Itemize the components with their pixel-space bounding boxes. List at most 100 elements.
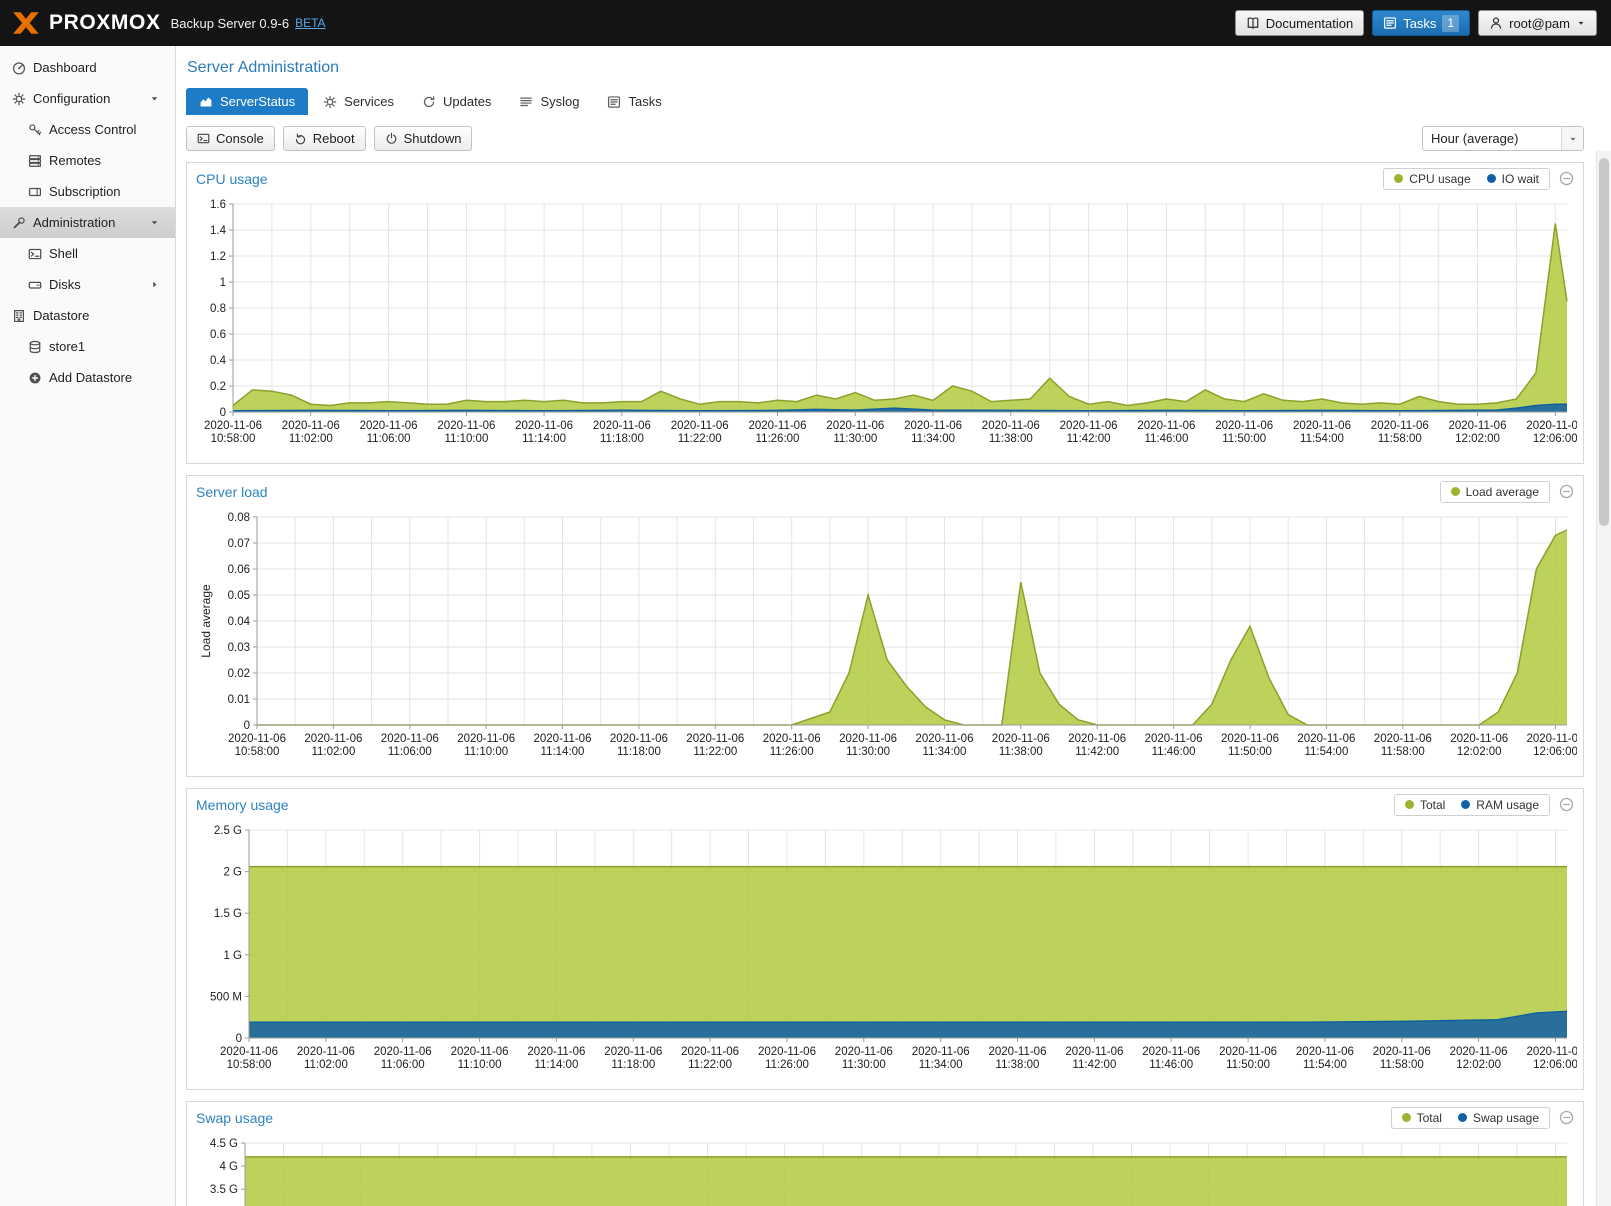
tasks-button[interactable]: Tasks 1 xyxy=(1372,10,1470,36)
legend-item: CPU usage xyxy=(1394,172,1470,186)
tab-label: Syslog xyxy=(540,94,579,109)
svg-text:11:46:00: 11:46:00 xyxy=(1149,1059,1193,1071)
scrollbar-thumb[interactable] xyxy=(1599,158,1609,526)
tab-services[interactable]: Services xyxy=(310,88,407,115)
toolbar: Console Reboot Shutdown Hour (average) xyxy=(186,126,1584,151)
legend-item: IO wait xyxy=(1487,172,1539,186)
sidebar-item-add-datastore[interactable]: Add Datastore xyxy=(0,362,175,393)
svg-text:2020-11-06: 2020-11-06 xyxy=(758,1046,816,1058)
sidebar-item-disks[interactable]: Disks xyxy=(0,269,175,300)
svg-text:11:42:00: 11:42:00 xyxy=(1075,746,1119,758)
app-layout: DashboardConfiguration Access Control Remo… xyxy=(0,46,1611,1206)
sidebar-item-subscription[interactable]: Subscription xyxy=(0,176,175,207)
chart-canvas: 0500 M1 G1.5 G2 G2.5 G3 G3.5 G4 G4.5 G20… xyxy=(193,1135,1577,1206)
svg-text:11:58:00: 11:58:00 xyxy=(1380,1059,1424,1071)
caret-down-icon xyxy=(149,93,160,104)
panel-body: 0500 M1 G1.5 G2 G2.5 G2020-11-0610:58:00… xyxy=(187,820,1583,1089)
svg-text:0.02: 0.02 xyxy=(228,668,250,680)
svg-text:2020-11-06: 2020-11-06 xyxy=(360,420,418,432)
legend-dot xyxy=(1458,1113,1467,1122)
app-header: PROXMOX Backup Server 0.9-6 BETA Documen… xyxy=(0,0,1611,46)
svg-text:11:46:00: 11:46:00 xyxy=(1152,746,1196,758)
svg-text:11:06:00: 11:06:00 xyxy=(367,433,411,445)
svg-text:11:38:00: 11:38:00 xyxy=(999,746,1043,758)
wrench-icon xyxy=(12,216,26,230)
panels: CPU usageCPU usageIO wait00.20.40.60.811… xyxy=(186,162,1584,1206)
panel-body: 0500 M1 G1.5 G2 G2.5 G3 G3.5 G4 G4.5 G20… xyxy=(187,1133,1583,1206)
svg-text:1.6: 1.6 xyxy=(210,199,226,211)
svg-text:11:58:00: 11:58:00 xyxy=(1378,433,1422,445)
panel-header: Memory usageTotalRAM usage xyxy=(187,789,1583,820)
legend-dot xyxy=(1394,174,1403,183)
legend-label: IO wait xyxy=(1502,172,1539,186)
svg-text:11:38:00: 11:38:00 xyxy=(989,433,1033,445)
svg-text:11:34:00: 11:34:00 xyxy=(911,433,955,445)
caret-right-icon xyxy=(149,279,160,290)
tab-updates[interactable]: Updates xyxy=(409,88,504,115)
svg-text:12:06:00: 12:06:00 xyxy=(1533,1059,1577,1071)
sidebar-item-dashboard[interactable]: Dashboard xyxy=(0,52,175,83)
chart-legend: Total Swap usage xyxy=(1391,1107,1550,1129)
console-button[interactable]: Console xyxy=(186,126,275,151)
legend-dot xyxy=(1451,487,1460,496)
svg-text:1: 1 xyxy=(220,277,226,289)
svg-text:11:26:00: 11:26:00 xyxy=(770,746,814,758)
panel-title: Server load xyxy=(196,484,268,500)
collapse-panel-icon[interactable] xyxy=(1559,797,1574,812)
user-menu-button[interactable]: root@pam xyxy=(1478,10,1597,36)
chart: 0500 M1 G1.5 G2 G2.5 G2020-11-0610:58:00… xyxy=(193,822,1577,1083)
sidebar-item-label: Access Control xyxy=(49,122,136,137)
tab-label: Updates xyxy=(443,94,491,109)
legend-label: Total xyxy=(1417,1111,1442,1125)
svg-text:2020-11-06: 2020-11-06 xyxy=(904,420,962,432)
documentation-label: Documentation xyxy=(1266,16,1353,31)
documentation-button[interactable]: Documentation xyxy=(1235,10,1364,36)
caret-down-icon xyxy=(149,93,167,104)
collapse-panel-icon[interactable] xyxy=(1559,171,1574,186)
svg-text:11:30:00: 11:30:00 xyxy=(846,746,890,758)
svg-text:2020-11-06: 2020-11-06 xyxy=(534,733,592,745)
reboot-button[interactable]: Reboot xyxy=(283,126,366,151)
sidebar-item-access-control[interactable]: Access Control xyxy=(0,114,175,145)
sidebar-item-remotes[interactable]: Remotes xyxy=(0,145,175,176)
svg-text:11:10:00: 11:10:00 xyxy=(464,746,508,758)
sidebar-item-store1[interactable]: store1 xyxy=(0,331,175,362)
legend-item: Total xyxy=(1402,1111,1442,1125)
collapse-panel-icon[interactable] xyxy=(1559,484,1574,499)
sidebar-item-administration[interactable]: Administration xyxy=(0,207,175,238)
beta-link[interactable]: BETA xyxy=(295,16,325,30)
svg-text:11:02:00: 11:02:00 xyxy=(311,746,355,758)
svg-text:1.2: 1.2 xyxy=(210,251,226,263)
sidebar-item-configuration[interactable]: Configuration xyxy=(0,83,175,114)
collapse-panel-icon[interactable] xyxy=(1559,1110,1574,1125)
vertical-scrollbar[interactable] xyxy=(1596,151,1611,1206)
svg-text:2020-11-06: 2020-11-06 xyxy=(515,420,573,432)
svg-text:11:54:00: 11:54:00 xyxy=(1303,1059,1347,1071)
svg-text:11:18:00: 11:18:00 xyxy=(617,746,661,758)
svg-text:1 G: 1 G xyxy=(223,950,242,962)
toolbar-buttons: Console Reboot Shutdown xyxy=(186,126,472,151)
panel-server-load: Server loadLoad average00.010.020.030.04… xyxy=(186,475,1584,777)
combo-trigger[interactable] xyxy=(1561,127,1583,150)
sidebar-item-datastore[interactable]: Datastore xyxy=(0,300,175,331)
sidebar-item-shell[interactable]: Shell xyxy=(0,238,175,269)
shutdown-button[interactable]: Shutdown xyxy=(374,126,473,151)
legend-dot xyxy=(1487,174,1496,183)
svg-text:2020-11-06: 2020-11-06 xyxy=(681,1046,739,1058)
timeframe-select[interactable]: Hour (average) xyxy=(1422,126,1584,151)
svg-text:2020-11-06: 2020-11-06 xyxy=(1142,1046,1200,1058)
tab-syslog[interactable]: Syslog xyxy=(506,88,592,115)
minus-circle-icon xyxy=(1559,1110,1574,1125)
svg-text:11:22:00: 11:22:00 xyxy=(678,433,722,445)
gears-icon xyxy=(12,92,26,106)
svg-text:0: 0 xyxy=(236,1033,242,1045)
svg-text:0: 0 xyxy=(220,407,226,419)
legend-item: Swap usage xyxy=(1458,1111,1539,1125)
svg-text:2 G: 2 G xyxy=(223,867,242,879)
svg-text:0.07: 0.07 xyxy=(228,538,250,550)
tab-label: Tasks xyxy=(628,94,661,109)
tab-serverstatus[interactable]: ServerStatus xyxy=(186,88,308,115)
minus-circle-icon xyxy=(1559,171,1574,186)
tab-tasks[interactable]: Tasks xyxy=(594,88,674,115)
svg-text:2020-11-06: 2020-11-06 xyxy=(1068,733,1126,745)
